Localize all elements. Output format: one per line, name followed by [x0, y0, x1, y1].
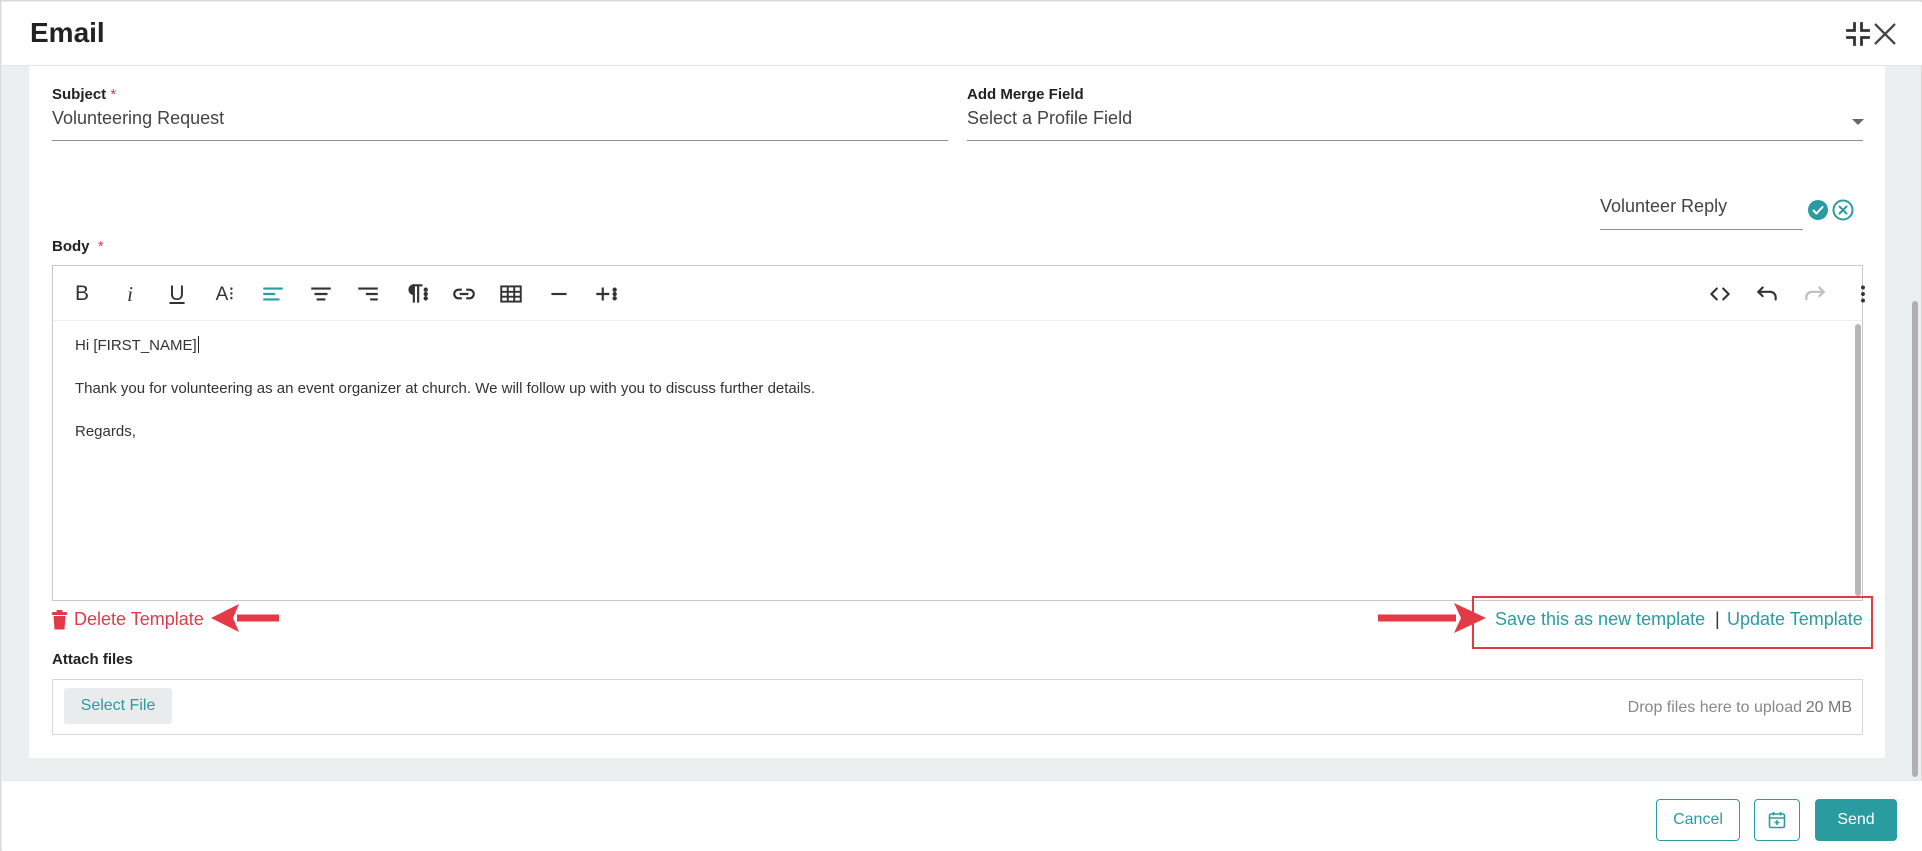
subject-input[interactable]: Volunteering Request — [52, 108, 224, 129]
align-left-icon[interactable] — [258, 279, 288, 309]
update-template-link[interactable]: Update Template — [1727, 609, 1863, 630]
align-right-icon[interactable] — [353, 279, 383, 309]
subject-underline — [52, 140, 948, 141]
insert-more-icon[interactable] — [591, 279, 621, 309]
close-icon[interactable] — [1871, 20, 1899, 48]
check-circle-icon[interactable] — [1807, 199, 1829, 221]
table-icon[interactable] — [496, 279, 526, 309]
subject-label: Subject * — [52, 86, 117, 103]
body-label: Body * — [52, 238, 104, 255]
email-form: Subject * Volunteering Request Add Merge… — [29, 66, 1885, 758]
font-size-button[interactable]: A⁝ — [210, 279, 240, 309]
separator: | — [1715, 609, 1720, 629]
bold-button[interactable]: B — [67, 279, 97, 309]
save-new-template-link[interactable]: Save this as new template — [1495, 609, 1705, 630]
schedule-button[interactable] — [1754, 799, 1800, 841]
body-paragraph: Hi [FIRST_NAME] — [75, 336, 199, 354]
dialog-title: Email — [30, 17, 105, 48]
calendar-icon — [1768, 812, 1786, 829]
more-vertical-icon[interactable] — [1848, 279, 1878, 309]
paragraph-icon[interactable] — [401, 279, 431, 309]
collapse-icon[interactable] — [1844, 20, 1872, 48]
template-name-input[interactable]: Volunteer Reply — [1600, 196, 1727, 217]
delete-template-label: Delete Template — [74, 609, 204, 629]
select-file-button[interactable]: Select File — [64, 688, 172, 724]
text-cursor — [197, 336, 199, 353]
horizontal-line-icon[interactable] — [544, 279, 574, 309]
dialog-scrollbar[interactable] — [1912, 301, 1918, 777]
body-paragraph: Thank you for volunteering as an event o… — [75, 380, 816, 397]
editor-content[interactable]: Hi [FIRST_NAME] Thank you for volunteeri… — [75, 336, 815, 466]
merge-field-underline — [967, 140, 1863, 141]
delete-template-button[interactable]: Delete Template — [51, 609, 204, 630]
annotation-arrow-left — [211, 604, 279, 632]
attach-files-label: Attach files — [52, 651, 133, 668]
trash-icon — [52, 609, 67, 629]
drop-files-hint: Drop files here to upload — [1627, 699, 1802, 716]
cancel-button[interactable]: Cancel — [1656, 799, 1740, 841]
merge-field-select[interactable]: Select a Profile Field — [967, 108, 1132, 129]
send-button[interactable]: Send — [1815, 799, 1897, 841]
email-dialog: Email Subject * Volunteering Request Add… — [0, 0, 1922, 851]
body-paragraph: Regards, — [75, 423, 136, 440]
editor-toolbar: B i U A⁝ — [53, 266, 1865, 321]
editor-scrollbar[interactable] — [1855, 324, 1861, 596]
redo-icon[interactable] — [1800, 279, 1830, 309]
code-view-icon[interactable] — [1705, 279, 1735, 309]
underline-button[interactable]: U — [162, 279, 192, 309]
chevron-down-icon[interactable] — [1852, 119, 1864, 125]
dialog-header: Email — [2, 2, 1922, 66]
template-name-underline — [1600, 229, 1803, 230]
max-file-size: 20 MB — [1805, 699, 1852, 716]
dialog-footer: Cancel Send — [2, 780, 1922, 851]
italic-button[interactable]: i — [115, 279, 145, 309]
align-center-icon[interactable] — [306, 279, 336, 309]
file-dropzone[interactable]: Select File Drop files here to upload 20… — [52, 679, 1863, 735]
undo-icon[interactable] — [1752, 279, 1782, 309]
link-icon[interactable] — [449, 279, 479, 309]
x-circle-icon[interactable] — [1832, 199, 1854, 221]
rich-text-editor: B i U A⁝ Hi [FIRST_NAME] Thank you for v… — [52, 265, 1865, 601]
merge-field-label: Add Merge Field — [967, 86, 1084, 103]
